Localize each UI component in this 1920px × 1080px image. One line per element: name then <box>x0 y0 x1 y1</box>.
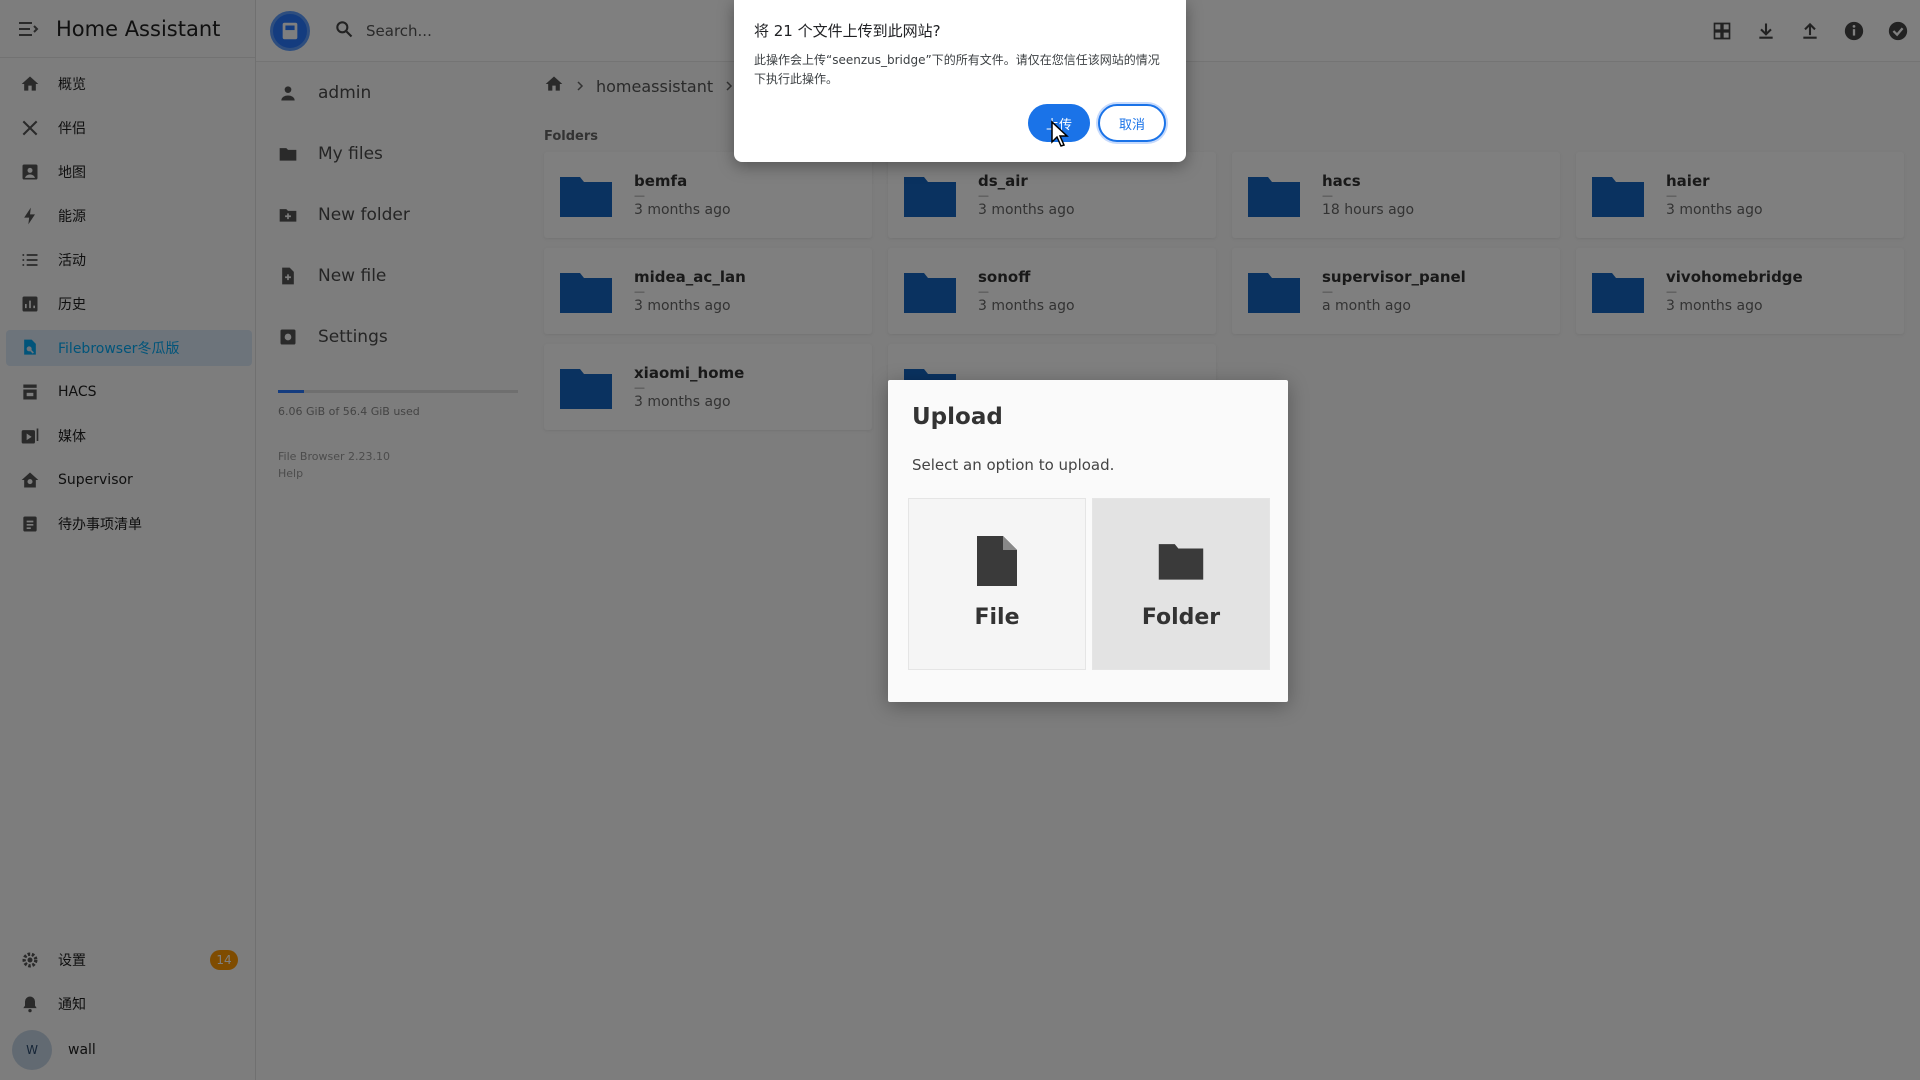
upload-file-option[interactable]: File <box>908 498 1086 670</box>
mouse-cursor-icon <box>1051 120 1069 147</box>
upload-dialog-description: Select an option to upload. <box>912 456 1115 474</box>
file-icon <box>973 533 1021 589</box>
upload-permission-dialog: 将 21 个文件上传到此网站? 此操作会上传“seenzus_bridge”下的… <box>734 0 1186 162</box>
upload-file-label: File <box>974 605 1020 630</box>
upload-folder-option[interactable]: Folder <box>1092 498 1270 670</box>
upload-folder-label: Folder <box>1141 605 1221 630</box>
cancel-button[interactable]: 取消 <box>1098 104 1166 142</box>
upload-dialog: Upload Select an option to upload. File … <box>888 380 1288 702</box>
permission-body: 此操作会上传“seenzus_bridge”下的所有文件。请仅在您信任该网站的情… <box>754 53 1160 86</box>
upload-dialog-title: Upload <box>912 404 1003 430</box>
permission-title: 将 21 个文件上传到此网站? <box>754 22 941 40</box>
folder-icon <box>1157 533 1205 589</box>
